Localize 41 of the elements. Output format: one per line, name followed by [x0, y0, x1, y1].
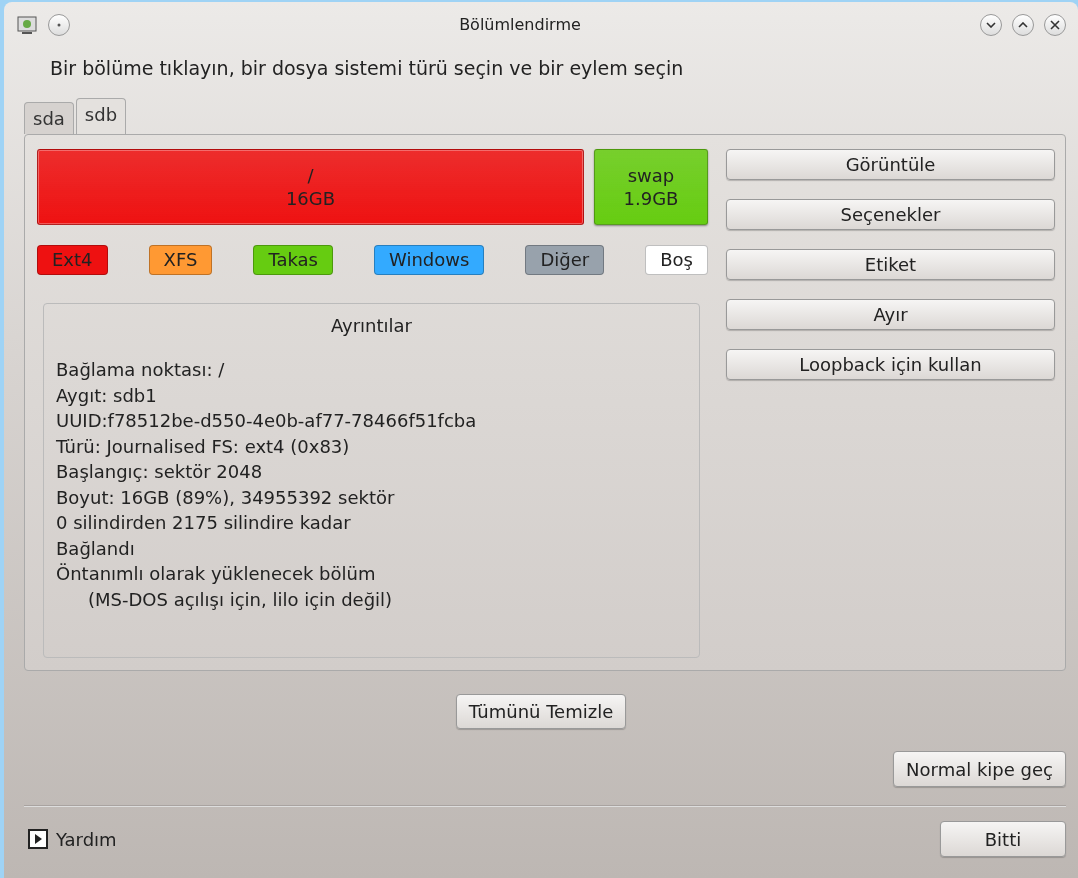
- filesystem-legend[interactable]: Boş: [645, 245, 708, 275]
- filesystem-legend[interactable]: XFS: [148, 245, 213, 275]
- partition-block[interactable]: / 16GB: [37, 149, 584, 225]
- clear-all-button[interactable]: Tümünü Temizle: [455, 694, 627, 729]
- filesystem-legend[interactable]: Diğer: [525, 245, 605, 275]
- details-title: Ayrıntılar: [329, 314, 413, 338]
- details-line: Öntanımlı olarak yüklenecek bölüm: [56, 562, 377, 586]
- done-button[interactable]: Bitti: [940, 821, 1066, 857]
- instruction-text: Bir bölüme tıklayın, bir dosya sistemi türü seçin ve bir eylem seçin: [49, 56, 685, 81]
- help-expander[interactable]: Yardım: [28, 825, 117, 853]
- details-line: (MS-DOS açılışı için, lilo için değil): [87, 587, 394, 612]
- action-button[interactable]: Ayır: [726, 299, 1055, 330]
- details-line: Başlangıç: sektör 2048: [56, 460, 264, 484]
- close-button[interactable]: [1044, 14, 1066, 36]
- details-line: Bağlama noktası: /: [56, 358, 226, 382]
- action-button[interactable]: Loopback için kullan: [726, 349, 1055, 380]
- details-line: Bağlandı: [56, 536, 136, 561]
- action-button[interactable]: Etiket: [726, 249, 1055, 280]
- details-line: 0 silindirden 2175 silindire kadar: [56, 511, 352, 535]
- app-icon: [16, 14, 38, 36]
- details-line: Aygıt: sdb1: [56, 383, 158, 408]
- partition-block[interactable]: swap 1.9GB: [594, 149, 708, 225]
- details-line: Türü: Journalised FS: ext4 (0x83): [56, 434, 351, 459]
- filesystem-legend[interactable]: Takas: [253, 245, 333, 275]
- dot-icon: [57, 23, 61, 27]
- maximize-button[interactable]: [1012, 14, 1034, 36]
- window-title: Bölümlendirme: [458, 14, 582, 36]
- pin-button[interactable]: [48, 14, 70, 36]
- disk-tab[interactable]: sdb: [75, 98, 127, 135]
- action-button[interactable]: Görüntüle: [726, 149, 1055, 180]
- filesystem-legend[interactable]: Windows: [374, 245, 485, 275]
- chevron-up-icon: [1018, 22, 1028, 28]
- details-line: Boyut: 16GB (89%), 34955392 sektör: [56, 485, 396, 510]
- action-button[interactable]: Seçenekler: [726, 199, 1055, 230]
- filesystem-legend[interactable]: Ext4: [37, 245, 108, 275]
- close-icon: [1050, 20, 1060, 30]
- mode-switch-button[interactable]: Normal kipe geç: [893, 751, 1066, 787]
- details-line: UUID:f78512be-d550-4e0b-af77-78466f51fcba: [56, 409, 478, 433]
- disk-tab[interactable]: sda: [24, 102, 74, 134]
- minimize-button[interactable]: [980, 14, 1002, 36]
- chevron-down-icon: [986, 22, 996, 28]
